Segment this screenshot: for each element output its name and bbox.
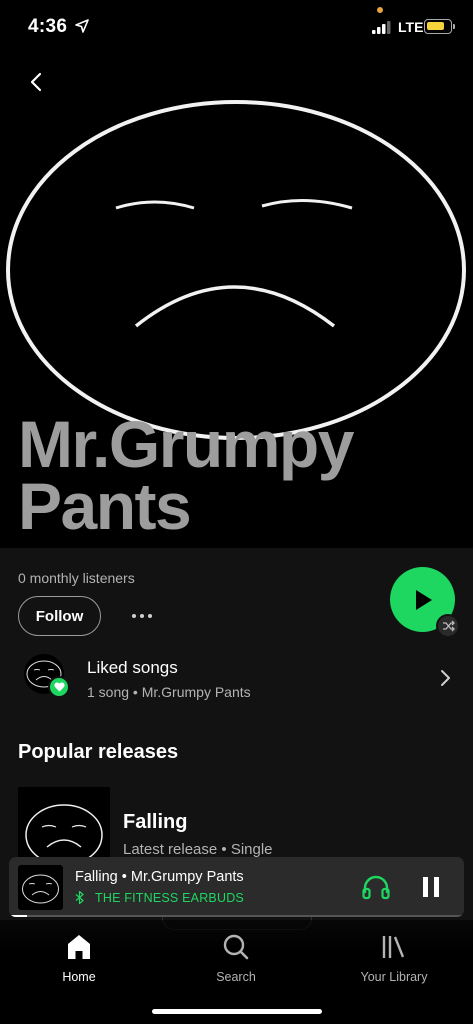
chevron-right-icon bbox=[441, 670, 450, 686]
shuffle-button[interactable] bbox=[436, 614, 460, 638]
location-arrow-icon bbox=[75, 19, 89, 33]
connected-device-name: THE FITNESS EARBUDS bbox=[95, 891, 244, 905]
release-item[interactable]: Falling Latest release • Single bbox=[0, 787, 473, 867]
battery-icon bbox=[424, 19, 455, 34]
popular-releases-heading: Popular releases bbox=[18, 741, 179, 763]
follow-button[interactable]: Follow bbox=[18, 596, 101, 636]
home-icon bbox=[68, 935, 90, 959]
tab-home[interactable]: Home bbox=[24, 932, 134, 988]
playback-progress bbox=[9, 915, 464, 917]
release-subtitle: Latest release • Single bbox=[123, 841, 273, 858]
grumpy-face-artwork bbox=[6, 100, 466, 440]
tab-label: Search bbox=[216, 970, 256, 984]
status-bar: 4:36 LTE bbox=[0, 0, 473, 52]
now-playing-track: Falling bbox=[75, 869, 118, 885]
now-playing-artwork bbox=[18, 865, 63, 910]
pause-button[interactable] bbox=[420, 873, 442, 906]
heart-icon bbox=[53, 682, 65, 692]
status-time: 4:36 bbox=[28, 16, 68, 37]
now-playing-bar[interactable]: Falling • Mr.Grumpy Pants THE FITNESS EA… bbox=[9, 857, 464, 917]
pause-icon bbox=[423, 877, 439, 897]
now-playing-separator: • bbox=[117, 869, 131, 885]
tab-your-library[interactable]: Your Library bbox=[339, 932, 449, 988]
back-button[interactable] bbox=[24, 68, 50, 96]
chevron-left-icon bbox=[30, 72, 42, 92]
tab-label: Your Library bbox=[360, 970, 428, 984]
connect-device-button[interactable] bbox=[361, 873, 391, 906]
release-artwork bbox=[18, 787, 110, 867]
headphones-icon bbox=[362, 875, 390, 900]
privacy-indicator-dot bbox=[377, 7, 383, 13]
monthly-listeners: 0 monthly listeners bbox=[18, 570, 135, 586]
bluetooth-icon bbox=[75, 891, 84, 904]
shuffle-icon bbox=[442, 620, 455, 632]
library-icon bbox=[382, 936, 405, 958]
connected-device: THE FITNESS EARBUDS bbox=[75, 891, 244, 905]
release-title: Falling bbox=[123, 811, 188, 833]
search-icon bbox=[223, 934, 249, 960]
more-options-button[interactable] bbox=[128, 604, 158, 628]
tab-search[interactable]: Search bbox=[181, 932, 291, 988]
playback-progress-fill bbox=[9, 915, 28, 917]
liked-songs-title: Liked songs bbox=[87, 658, 178, 677]
cellular-signal-icon bbox=[372, 21, 391, 34]
now-playing-artist: Mr.Grumpy Pants bbox=[130, 869, 244, 885]
artist-hero: Mr.Grumpy Pants bbox=[0, 0, 473, 548]
home-indicator bbox=[152, 1009, 322, 1014]
tab-label: Home bbox=[62, 970, 96, 984]
network-type: LTE bbox=[398, 19, 424, 35]
artist-name: Mr.Grumpy Pants bbox=[18, 407, 354, 543]
more-dots-icon bbox=[132, 614, 152, 618]
play-icon bbox=[415, 589, 432, 610]
battery-level bbox=[427, 22, 444, 30]
liked-songs-row[interactable]: Liked songs 1 song • Mr.Grumpy Pants bbox=[0, 646, 473, 710]
now-playing-title: Falling • Mr.Grumpy Pants bbox=[75, 869, 244, 885]
heart-badge bbox=[48, 676, 70, 698]
liked-songs-subtitle: 1 song • Mr.Grumpy Pants bbox=[87, 684, 251, 700]
